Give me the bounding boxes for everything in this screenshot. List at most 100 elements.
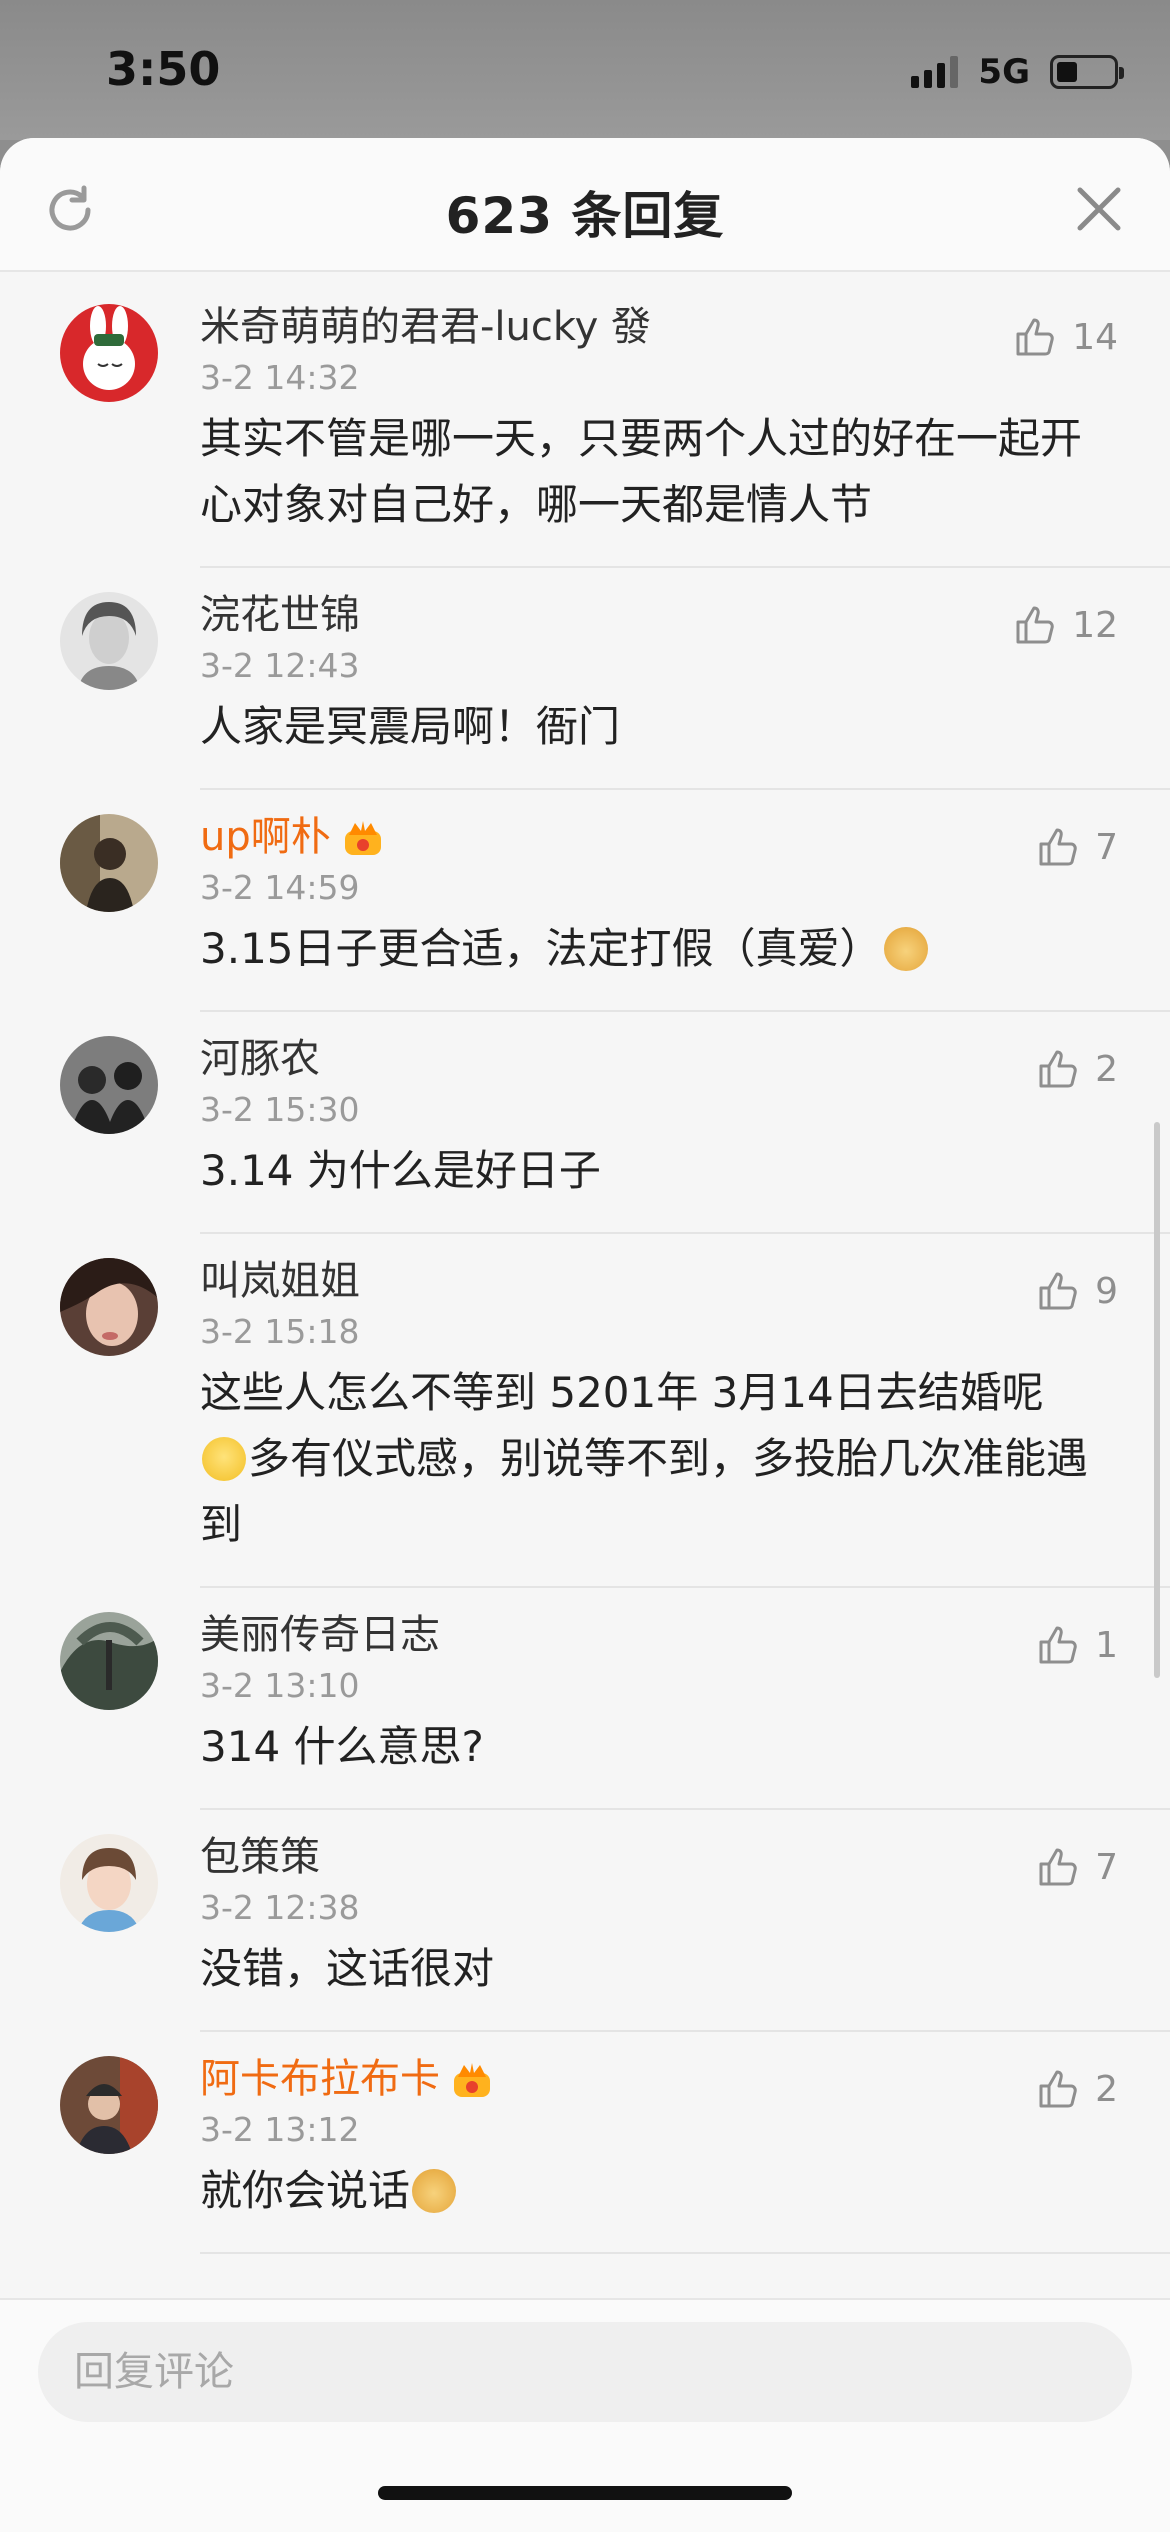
comment-author[interactable]: 包策策 (200, 1832, 1110, 1882)
reply-input[interactable] (38, 2322, 1132, 2422)
photo-avatar-icon (60, 2056, 158, 2154)
crown-badge-icon (454, 2063, 490, 2097)
author-name[interactable]: up啊朴 (200, 812, 331, 862)
comment-list: 14 米奇萌萌的君君-lucky 發 3-2 14:32 其实不管是哪一天，只要… (0, 280, 1170, 2254)
comment-item[interactable]: 1 美丽传奇日志 3-2 13:10 314 什么意思? (0, 1588, 1170, 1810)
photo-avatar-icon (60, 814, 158, 912)
like-button[interactable]: 2 (1035, 1046, 1118, 1092)
rabbit-avatar-icon (60, 304, 158, 402)
like-count: 2 (1095, 2068, 1118, 2110)
portrait-avatar-icon (60, 592, 158, 690)
author-name[interactable]: 阿卡布拉布卡 (200, 2054, 440, 2104)
comment-text-content: 就你会说话 (200, 2166, 411, 2215)
author-name[interactable]: 叫岚姐姐 (200, 1256, 360, 1306)
comment-time: 3-2 15:18 (200, 1312, 360, 1351)
avatar[interactable] (60, 1036, 158, 1134)
comment-time: 3-2 13:10 (200, 1666, 360, 1705)
crown-badge-icon (344, 821, 381, 855)
comment-item[interactable]: 7 包策策 3-2 12:38 没错，这话很对 (0, 1810, 1170, 2032)
doge-emoji-icon (883, 927, 928, 971)
photo-avatar-icon (60, 1612, 158, 1710)
like-count: 2 (1095, 1048, 1118, 1090)
comment-text: 314 什么意思? (200, 1722, 484, 1771)
thumbs-up-icon (1039, 1848, 1077, 1886)
status-time: 3:50 (106, 42, 221, 96)
avatar[interactable] (60, 592, 158, 690)
avatar[interactable] (60, 304, 158, 402)
thumbs-up-icon (1016, 318, 1054, 356)
comment-text: 这些人怎么不等到 5201年 3月14日去结婚呢 多有仪式感，别说等不到，多投胎几… (200, 1360, 1110, 1586)
photo-avatar-icon (60, 1036, 158, 1134)
author-name[interactable]: 美丽传奇日志 (200, 1610, 440, 1660)
comment-text-content: 3.15日子更合适，法定打假（真爱） (200, 924, 882, 973)
comment-text: 3.15日子更合适，法定打假（真爱） (200, 916, 1110, 1010)
doge-emoji-icon (412, 2169, 457, 2213)
close-icon (1077, 187, 1121, 231)
status-bar: 3:50 5G (0, 0, 1170, 140)
like-button[interactable]: 7 (1035, 824, 1118, 870)
comment-time: 3-2 12:43 (200, 646, 360, 685)
page-title: 623 条回复 (445, 187, 725, 245)
replies-sheet: 623 条回复 14 米奇萌萌的君君-lucky 發 3-2 14:32 其实不… (0, 138, 1170, 2532)
home-indicator[interactable] (378, 2486, 792, 2500)
smile-emoji-icon (202, 1437, 246, 1481)
like-button[interactable]: 14 (1012, 314, 1118, 360)
comment-author[interactable]: 美丽传奇日志 (200, 1610, 1110, 1660)
comment-text: 没错，这话很对 (200, 1944, 495, 1993)
comment-item[interactable]: 14 米奇萌萌的君君-lucky 發 3-2 14:32 其实不管是哪一天，只要… (0, 280, 1170, 568)
avatar[interactable] (60, 1612, 158, 1710)
comment-text: 就你会说话 (200, 2158, 1110, 2252)
comment-body: up啊朴 3-2 14:59 3.15日子更合适，法定打假（真爱） (200, 790, 1170, 1012)
avatar[interactable] (60, 2056, 158, 2154)
comment-body: 阿卡布拉布卡 3-2 13:12 就你会说话 (200, 2032, 1170, 2254)
like-button[interactable]: 2 (1035, 2066, 1118, 2112)
photo-avatar-icon (60, 1834, 158, 1932)
like-button[interactable]: 12 (1012, 602, 1118, 648)
comment-item[interactable]: 9 叫岚姐姐 3-2 15:18 这些人怎么不等到 5201年 3月14日去结婚… (0, 1234, 1170, 1588)
comment-author[interactable]: 阿卡布拉布卡 (200, 2054, 1110, 2104)
author-name[interactable]: 浣花世锦 (200, 590, 360, 640)
like-count: 12 (1072, 604, 1118, 646)
comment-time: 3-2 13:12 (200, 2110, 360, 2149)
avatar[interactable] (60, 1258, 158, 1356)
comment-author[interactable]: 叫岚姐姐 (200, 1256, 1110, 1306)
comment-body: 美丽传奇日志 3-2 13:10 314 什么意思? (200, 1588, 1170, 1810)
comment-text-part: 这些人怎么不等到 5201年 3月14日去结婚呢 (200, 1368, 1044, 1417)
like-count: 1 (1095, 1624, 1118, 1666)
comment-body: 河豚农 3-2 15:30 3.14 为什么是好日子 (200, 1012, 1170, 1234)
avatar[interactable] (60, 814, 158, 912)
comment-item[interactable]: 7 up啊朴 3-2 14:59 3.15日子更合适，法定打假（真爱） (0, 790, 1170, 1012)
like-button[interactable]: 7 (1035, 1844, 1118, 1890)
avatar[interactable] (60, 1834, 158, 1932)
comment-time: 3-2 14:32 (200, 358, 360, 397)
comment-body: 叫岚姐姐 3-2 15:18 这些人怎么不等到 5201年 3月14日去结婚呢多… (200, 1234, 1170, 1588)
comment-text: 其实不管是哪一天，只要两个人过的好在一起开心对象对自己好，哪一天都是情人节 (200, 414, 1083, 529)
sheet-header: 623 条回复 (0, 138, 1170, 272)
comment-author[interactable]: 米奇萌萌的君君-lucky 發 (200, 302, 1110, 352)
like-count: 7 (1095, 826, 1118, 868)
comment-author[interactable]: up啊朴 (200, 812, 1110, 862)
thumbs-up-icon (1039, 1272, 1077, 1310)
comment-author[interactable]: 河豚农 (200, 1034, 1110, 1084)
comment-author[interactable]: 浣花世锦 (200, 590, 1110, 640)
comment-time: 3-2 12:38 (200, 1888, 360, 1927)
comment-body: 包策策 3-2 12:38 没错，这话很对 (200, 1810, 1170, 2032)
network-type: 5G (978, 52, 1030, 92)
close-button[interactable] (1072, 182, 1126, 236)
scrollbar[interactable] (1154, 1122, 1160, 1678)
author-name[interactable]: 包策策 (200, 1832, 320, 1882)
comment-item[interactable]: 2 阿卡布拉布卡 3-2 13:12 就你会说话 (0, 2032, 1170, 2254)
comment-item[interactable]: 2 河豚农 3-2 15:30 3.14 为什么是好日子 (0, 1012, 1170, 1234)
like-button[interactable]: 9 (1035, 1268, 1118, 1314)
author-name[interactable]: 米奇萌萌的君君-lucky 發 (200, 302, 651, 352)
like-button[interactable]: 1 (1035, 1622, 1118, 1668)
thumbs-up-icon (1016, 606, 1054, 644)
comment-text: 3.14 为什么是好日子 (200, 1146, 601, 1195)
comment-item[interactable]: 12 浣花世锦 3-2 12:43 人家是冥震局啊！衙门 (0, 568, 1170, 790)
thumbs-up-icon (1039, 1050, 1077, 1088)
thumbs-up-icon (1039, 2070, 1077, 2108)
author-name[interactable]: 河豚农 (200, 1034, 320, 1084)
comment-text: 人家是冥震局啊！衙门 (200, 702, 621, 751)
photo-avatar-icon (60, 1258, 158, 1356)
comment-time: 3-2 14:59 (200, 868, 360, 907)
